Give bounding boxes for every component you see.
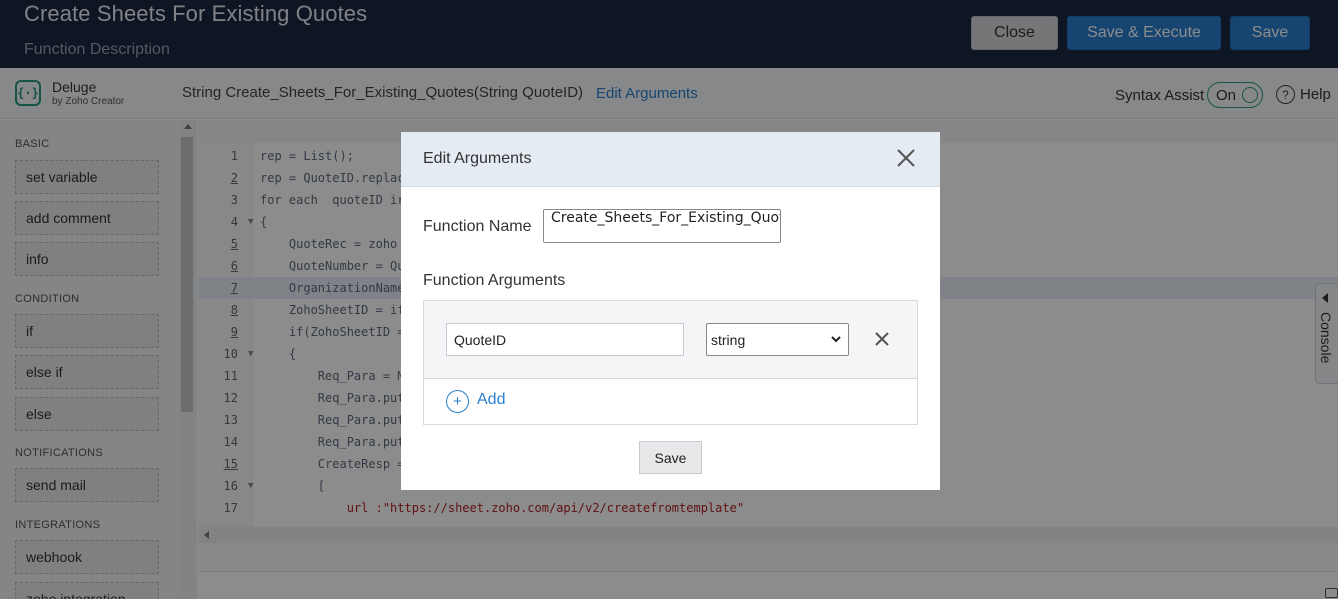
dialog-header: Edit Arguments — [401, 132, 940, 187]
argument-row: QuoteID string — [424, 301, 917, 379]
function-name-label: Function Name — [423, 218, 532, 235]
argument-type-value: string — [711, 331, 746, 348]
argument-type-select[interactable]: string — [706, 323, 849, 356]
argument-name-value: QuoteID — [454, 331, 507, 348]
close-icon[interactable] — [895, 147, 917, 169]
add-argument-link[interactable]: Add — [477, 391, 505, 409]
chevron-down-icon — [831, 336, 841, 343]
function-name-input[interactable]: Create_Sheets_For_Existing_Quotes — [543, 209, 781, 243]
arguments-list: QuoteID string + Add — [423, 300, 918, 425]
function-arguments-label: Function Arguments — [423, 272, 566, 289]
add-circle-icon[interactable]: + — [446, 390, 469, 413]
dialog-title: Edit Arguments — [423, 150, 532, 167]
edit-arguments-dialog: Edit Arguments Function Name Create_Shee… — [401, 132, 940, 490]
dialog-save-button[interactable]: Save — [639, 441, 702, 474]
argument-name-input[interactable]: QuoteID — [446, 323, 684, 356]
remove-argument-icon[interactable] — [874, 331, 890, 347]
